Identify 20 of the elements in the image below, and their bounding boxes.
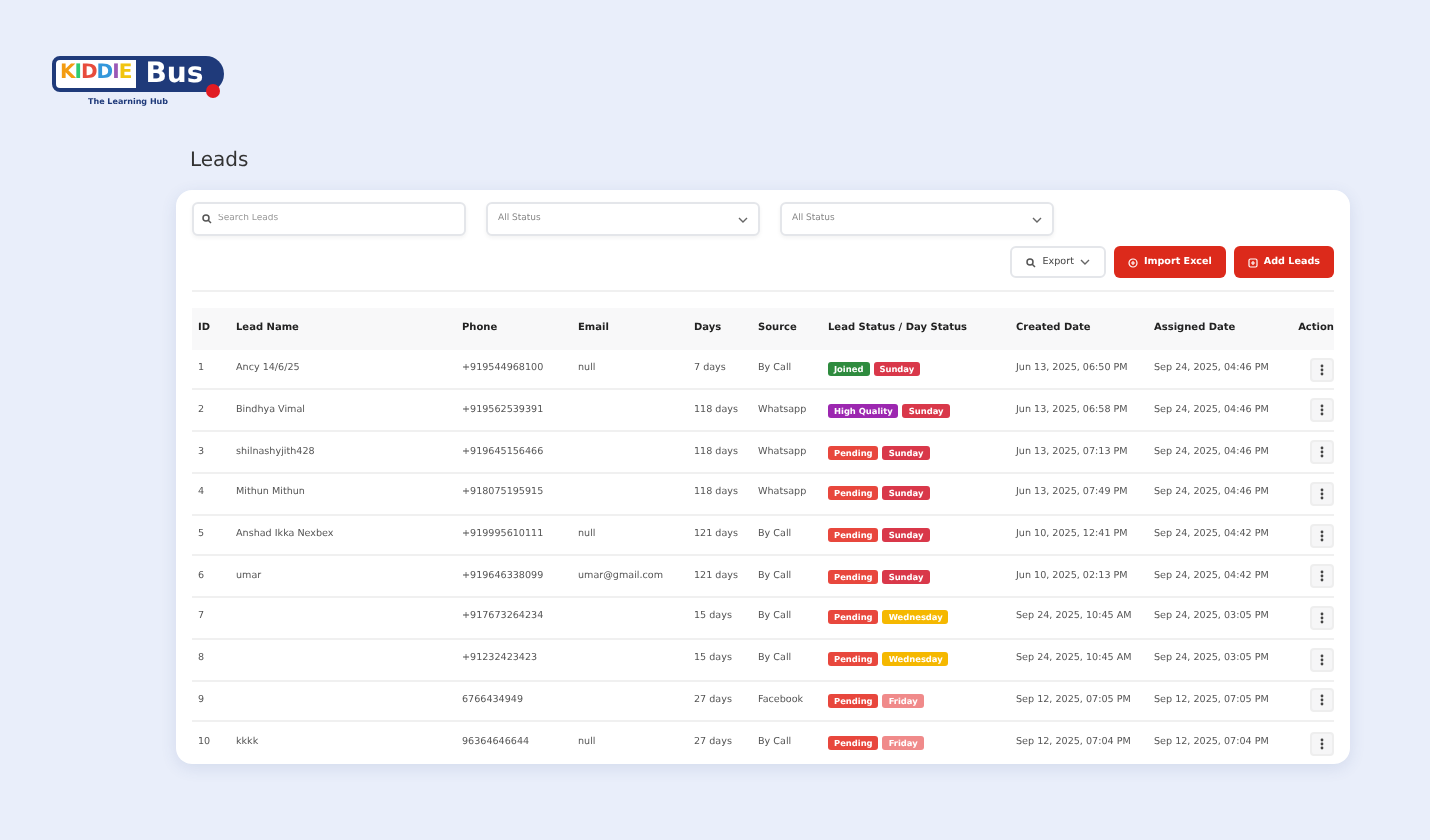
more-button[interactable] bbox=[1310, 357, 1334, 382]
plus-square-icon bbox=[1247, 257, 1258, 267]
more-button[interactable] bbox=[1310, 731, 1334, 756]
more-button[interactable] bbox=[1310, 688, 1334, 713]
more-button[interactable] bbox=[1310, 481, 1334, 506]
chevron-down-icon bbox=[1079, 258, 1090, 266]
more-button[interactable] bbox=[1310, 523, 1334, 548]
search-icon bbox=[202, 214, 212, 224]
chevron-down-icon bbox=[738, 215, 748, 223]
logo-word: KIDDIE bbox=[52, 56, 140, 92]
more-button[interactable] bbox=[1310, 398, 1334, 423]
more-button[interactable] bbox=[1310, 647, 1334, 672]
logo-word: Bus bbox=[139, 56, 224, 92]
more-button[interactable] bbox=[1310, 605, 1334, 630]
search-icon bbox=[1026, 257, 1037, 267]
chevron-down-icon bbox=[1032, 215, 1042, 223]
more-button[interactable] bbox=[1310, 440, 1334, 465]
page-title: Leads bbox=[190, 150, 251, 172]
more-button[interactable] bbox=[1310, 564, 1334, 589]
plus-circle-icon bbox=[1127, 257, 1138, 267]
